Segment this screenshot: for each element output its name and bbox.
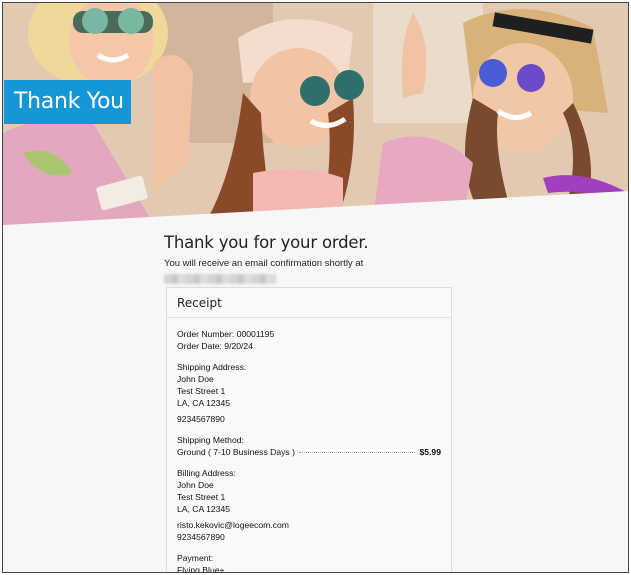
shipping-method-label: Shipping Method: [177, 435, 244, 445]
billing-address-line: Test Street 1 [177, 492, 226, 502]
payment-method: Flying Blue+ [177, 565, 225, 573]
order-number-row: Order Number: 00001195 [177, 328, 441, 340]
shipping-price: $5.99 [419, 447, 441, 457]
confirmation-heading: Thank you for your order. [164, 233, 369, 252]
billing-address-label: Billing Address: [177, 468, 236, 478]
receipt-title: Receipt [167, 288, 451, 318]
shipping-address-line: Test Street 1 [177, 386, 226, 396]
confirmation-section: Thank you for your order. You will recei… [164, 231, 454, 284]
page-frame: Thank You Thank you for your order. You … [2, 2, 629, 573]
dotted-leader [298, 452, 416, 453]
order-date-label: Order Date: [177, 341, 222, 351]
billing-phone: 9234567890 [177, 532, 225, 542]
payment-label: Payment: [177, 553, 214, 563]
hero-image: Thank You [3, 3, 628, 225]
shipping-address-label: Shipping Address: [177, 362, 247, 372]
shipping-address-line: LA, CA 12345 [177, 398, 231, 408]
shipping-method-value: Ground ( 7-10 Business Days ) [177, 447, 295, 457]
shipping-method-row: Ground ( 7-10 Business Days ) $5.99 [177, 446, 441, 458]
confirmation-subtext: You will receive an email confirmation s… [164, 258, 364, 269]
thank-you-banner: Thank You [4, 80, 131, 124]
shipping-address-line: John Doe [177, 374, 214, 384]
order-number-value: 00001195 [236, 329, 275, 339]
order-date-row: Order Date: 9/20/24 [177, 340, 441, 352]
redacted-email [164, 274, 276, 284]
billing-address-line: John Doe [177, 480, 214, 490]
billing-address-line: LA, CA 12345 [177, 504, 231, 514]
receipt-panel: Receipt Order Number: 00001195 Order Dat… [166, 287, 452, 573]
shipping-phone: 9234567890 [177, 414, 225, 424]
order-number-label: Order Number: [177, 329, 235, 339]
billing-email: risto.kekovic@logeecom.com [177, 520, 289, 530]
receipt-body: Order Number: 00001195 Order Date: 9/20/… [167, 318, 451, 573]
order-date-value: 9/20/24 [224, 341, 253, 351]
